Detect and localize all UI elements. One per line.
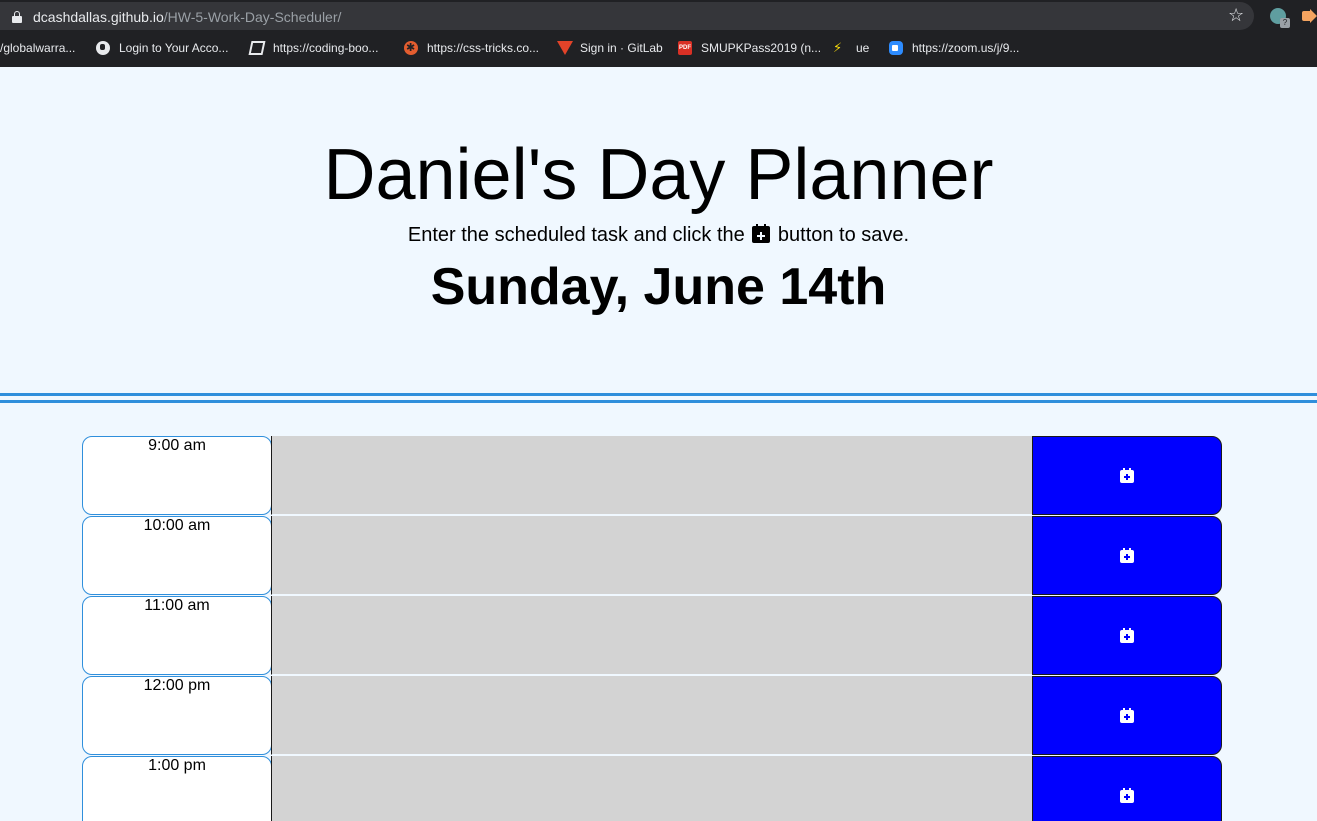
time-block: 10:00 am <box>82 516 1222 595</box>
zoom-icon <box>889 41 903 55</box>
hour-label: 1:00 pm <box>82 756 272 821</box>
calendar-plus-icon <box>1120 627 1134 643</box>
bookmarks-bar: /globalwarra... Login to Your Acco... ht… <box>0 36 1317 60</box>
extension-arrow-icon[interactable] <box>1302 9 1317 23</box>
url-field[interactable]: dcashdallas.github.io/HW-5-Work-Day-Sche… <box>0 2 1254 30</box>
bookmark-label: Login to Your Acco... <box>119 41 229 55</box>
bookmark-label: https://zoom.us/j/9... <box>912 41 1020 55</box>
task-input[interactable] <box>271 596 1032 675</box>
bolt-icon: ⚡ <box>833 40 843 55</box>
browser-chrome: dcashdallas.github.io/HW-5-Work-Day-Sche… <box>0 0 1317 67</box>
save-button[interactable] <box>1032 676 1222 755</box>
gitlab-icon <box>557 41 573 55</box>
task-input[interactable] <box>271 516 1032 595</box>
header-divider <box>0 393 1317 403</box>
save-button[interactable] <box>1032 596 1222 675</box>
bookmark-label: https://coding-boo... <box>273 41 379 55</box>
current-day: Sunday, June 14th <box>430 258 887 316</box>
url-host: dcashdallas.github.io <box>33 9 164 25</box>
time-block: 1:00 pm <box>82 756 1222 821</box>
save-button[interactable] <box>1032 436 1222 515</box>
task-input[interactable] <box>271 436 1032 515</box>
globe-icon <box>96 41 110 55</box>
book-icon <box>248 41 266 55</box>
calendar-plus-icon <box>1120 467 1134 483</box>
save-button[interactable] <box>1032 756 1222 821</box>
instructions-start: Enter the scheduled task and click the <box>407 224 745 246</box>
schedule: 9:00 am 10:00 am 11:00 am 12:00 pm 1:00 … <box>82 436 1222 821</box>
url-text[interactable]: dcashdallas.github.io/HW-5-Work-Day-Sche… <box>33 9 341 25</box>
time-block: 9:00 am <box>82 436 1222 515</box>
instructions: Enter the scheduled task and click the b… <box>0 223 1317 247</box>
hour-label: 9:00 am <box>82 436 272 515</box>
page-title: Daniel's Day Planner <box>323 135 994 215</box>
time-block: 11:00 am <box>82 596 1222 675</box>
extension-badge: ? <box>1280 18 1290 28</box>
hour-label: 11:00 am <box>82 596 272 675</box>
url-path: /HW-5-Work-Day-Scheduler/ <box>163 9 342 25</box>
css-tricks-icon <box>404 40 418 56</box>
bookmark-label: /globalwarra... <box>0 41 76 55</box>
task-input[interactable] <box>271 756 1032 821</box>
calendar-plus-icon <box>1120 547 1134 563</box>
address-bar: dcashdallas.github.io/HW-5-Work-Day-Sche… <box>0 0 1317 32</box>
calendar-plus-icon <box>1120 707 1134 723</box>
time-block: 12:00 pm <box>82 676 1222 755</box>
header-jumbotron: Daniel's Day Planner Enter the scheduled… <box>0 67 1317 393</box>
lock-icon[interactable] <box>12 11 22 23</box>
calendar-plus-icon <box>752 224 771 243</box>
save-button[interactable] <box>1032 516 1222 595</box>
bookmark-label: SMUPKPass2019 (n... <box>701 41 822 55</box>
pdf-icon: PDF <box>678 41 692 55</box>
bookmark-star-icon[interactable]: ☆ <box>1228 5 1244 25</box>
hour-label: 12:00 pm <box>82 676 272 755</box>
instructions-end: button to save. <box>777 224 910 246</box>
bookmark-label: ue <box>856 41 870 55</box>
task-input[interactable] <box>271 676 1032 755</box>
hour-label: 10:00 am <box>82 516 272 595</box>
page: Daniel's Day Planner Enter the scheduled… <box>0 67 1317 821</box>
bookmark-label: https://css-tricks.co... <box>427 41 540 55</box>
calendar-plus-icon <box>1120 787 1134 803</box>
bookmark-label: Sign in · GitLab <box>580 41 663 55</box>
